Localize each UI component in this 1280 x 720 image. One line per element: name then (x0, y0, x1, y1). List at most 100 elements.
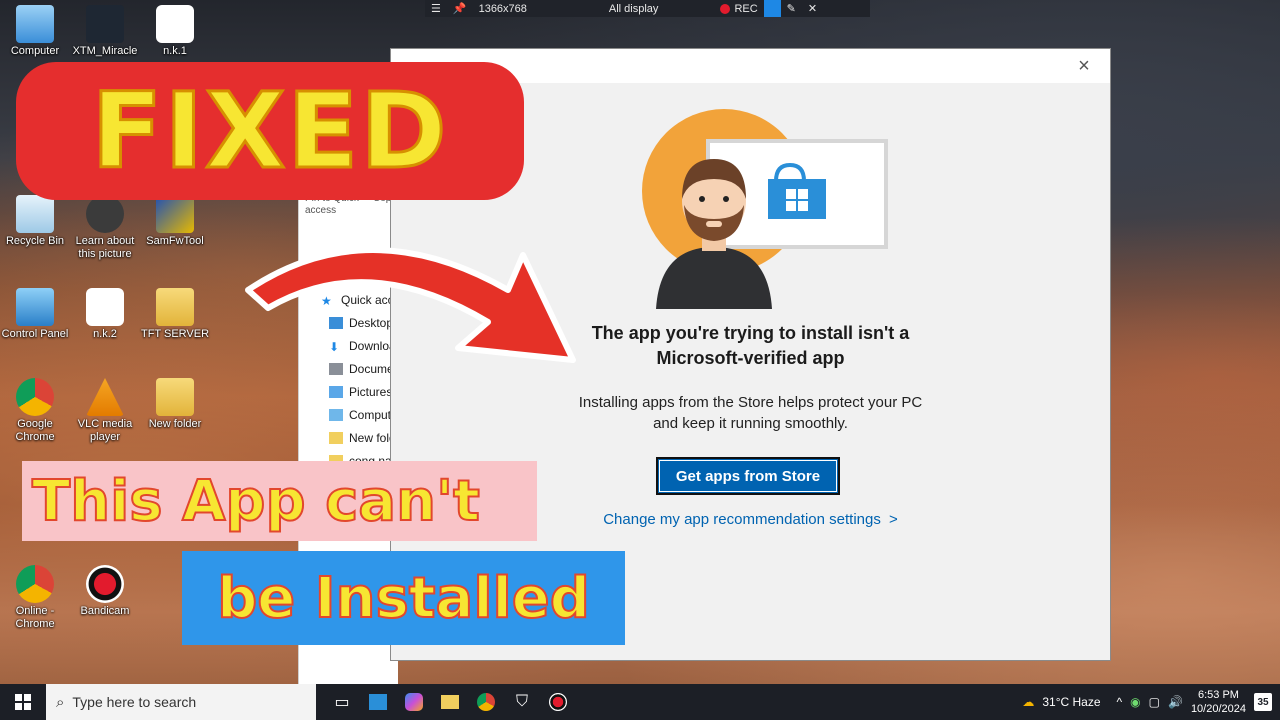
fixed-banner: FIXED (16, 62, 524, 200)
desktop-icon-computer[interactable]: Computer (0, 5, 70, 58)
clock-time: 6:53 PM (1197, 689, 1239, 701)
windows-logo-icon (15, 694, 31, 710)
pictures-icon (329, 386, 343, 398)
desktop-icon-bandicam[interactable]: Bandicam (70, 565, 140, 618)
desktop-icon-label: New folder (148, 418, 202, 430)
start-button[interactable] (0, 684, 46, 720)
weather-text[interactable]: 31°C Haze (1042, 695, 1100, 709)
recycle-bin-icon (16, 195, 54, 233)
taskbar-clock[interactable]: 6:53 PM 10/20/2024 (1191, 688, 1246, 716)
desktop-icon-google-chrome[interactable]: Google Chrome (0, 378, 70, 444)
chrome-icon (16, 565, 54, 603)
desktop-icon-label: n.k.2 (93, 328, 117, 340)
desktop-icon-control-panel[interactable]: Control Panel (0, 288, 70, 341)
system-tray: ☁ 31°C Haze ^ ◉ ▢ 🔊 6:53 PM 10/20/2024 3… (1022, 684, 1280, 720)
computer-icon (16, 5, 54, 43)
copilot-icon[interactable] (396, 684, 432, 720)
nav-item-label: Pictures (349, 385, 393, 399)
desktop-icon-new-folder[interactable]: New folder (140, 378, 210, 431)
desktop-icon-learn-picture[interactable]: Learn about this picture (70, 195, 140, 261)
desktop-icon-vlc[interactable]: VLC media player (70, 378, 140, 444)
folder-icon (156, 378, 194, 416)
xtm-miracle-icon (86, 5, 124, 43)
bandicam-taskbar-icon[interactable] (540, 684, 576, 720)
desktop-icon-label: n.k.1 (163, 45, 187, 57)
fixed-title: FIXED (90, 70, 449, 192)
chevron-right-icon: > (889, 511, 898, 528)
folder-icon (329, 432, 343, 444)
chrome-icon[interactable] (468, 684, 504, 720)
body-line-1: Installing apps from the Store helps pro… (578, 394, 923, 411)
desktop-icon-recycle-bin[interactable]: Recycle Bin (0, 195, 70, 248)
microsoft-store-icon[interactable] (360, 684, 396, 720)
nav-item-computer[interactable]: Compute (329, 408, 398, 422)
clock-date: 10/20/2024 (1190, 703, 1246, 715)
network-icon[interactable]: ▢ (1149, 695, 1160, 709)
task-view-icon[interactable]: ▭ (324, 684, 360, 720)
region-select-icon[interactable] (763, 0, 781, 17)
pen-icon[interactable]: ✎ (781, 0, 802, 17)
desktop-icon-label: Google Chrome (15, 418, 55, 443)
nav-item-label: New fold (349, 431, 396, 445)
recording-mode[interactable]: All display (603, 0, 665, 17)
samfwtool-icon (156, 195, 194, 233)
desktop-icon-xtm-miracle[interactable]: XTM_Miracle (70, 5, 140, 58)
desktop-icon-label: XTM_Miracle (72, 45, 138, 57)
rec-button[interactable]: REC (714, 0, 763, 17)
settings-link-label: Change my app recommendation settings (603, 511, 881, 528)
recording-resolution[interactable]: 1366x768 (473, 0, 533, 17)
dialog-body-text: Installing apps from the Store helps pro… (391, 392, 1110, 434)
chevron-up-icon[interactable]: ^ (1117, 695, 1123, 709)
screen-recorder-toolbar: ☰ 📌 1366x768 All display REC ✎ ✕ (425, 0, 870, 17)
close-icon[interactable]: × (1074, 56, 1094, 76)
taskbar-search-box[interactable]: ⌕ Type here to search (46, 684, 316, 720)
get-apps-from-store-button[interactable]: Get apps from Store (656, 457, 840, 495)
record-dot-icon (720, 3, 731, 14)
store-illustration (642, 109, 888, 309)
desktop-icon-label: SamFwTool (146, 235, 204, 247)
control-panel-icon (16, 288, 54, 326)
computer-icon (329, 409, 343, 421)
security-shield-icon[interactable]: ⛉ (504, 684, 540, 720)
desktop-icon-label: Bandicam (80, 605, 130, 617)
media-file-icon (86, 288, 124, 326)
close-recorder-icon[interactable]: ✕ (802, 0, 823, 17)
camera-icon (86, 195, 124, 233)
cant-be-installed-line-1: This App can't (22, 461, 537, 541)
desktop-icon-label: Learn about this picture (75, 235, 135, 260)
desktop-icon-nk2[interactable]: n.k.2 (70, 288, 140, 341)
weather-icon[interactable]: ☁ (1022, 695, 1034, 709)
cant-be-installed-line-2: be Installed (182, 551, 625, 645)
nav-item-pictures[interactable]: Pictures (329, 385, 392, 399)
menu-icon[interactable]: ☰ (425, 0, 447, 17)
notification-center-icon[interactable]: 35 (1254, 693, 1272, 711)
nav-item-new-folder[interactable]: New fold (329, 431, 396, 445)
desktop-icon-label: Online - Chrome (15, 605, 55, 630)
bandicam-icon (86, 565, 124, 603)
red-arrow-icon (245, 247, 576, 363)
desktop-icon-tft-server[interactable]: TFT SERVER (140, 288, 210, 341)
notification-count: 35 (1257, 696, 1269, 708)
pin-icon[interactable]: 📌 (447, 0, 473, 17)
taskbar: ⌕ Type here to search ▭ ⛉ ☁ 31°C Haze ^ … (0, 684, 1280, 720)
overlay-text-line-2: be Installed (216, 565, 591, 632)
desktop-icon-label: VLC media player (77, 418, 133, 443)
body-line-2: and keep it running smoothly. (653, 415, 848, 432)
desktop-icon-label: Recycle Bin (5, 235, 65, 247)
folder-icon (156, 288, 194, 326)
desktop-icon-online-chrome[interactable]: Online - Chrome (0, 565, 70, 631)
search-placeholder: Type here to search (72, 694, 197, 710)
media-file-icon (156, 5, 194, 43)
file-explorer-icon[interactable] (432, 684, 468, 720)
desktop-icon-label: TFT SERVER (140, 328, 210, 340)
chrome-icon (16, 378, 54, 416)
overlay-text-line-1: This App can't (31, 468, 481, 535)
desktop-icon-label: Computer (10, 45, 60, 57)
volume-icon[interactable]: 🔊 (1168, 695, 1183, 709)
search-icon: ⌕ (56, 693, 65, 711)
desktop-icon-label: Control Panel (1, 328, 69, 340)
recording-status-icon[interactable]: ◉ (1130, 695, 1140, 709)
desktop-icon-nk1[interactable]: n.k.1 (140, 5, 210, 58)
desktop-icon-samfwtool[interactable]: SamFwTool (140, 195, 210, 248)
store-button-label: Get apps from Store (675, 467, 821, 485)
